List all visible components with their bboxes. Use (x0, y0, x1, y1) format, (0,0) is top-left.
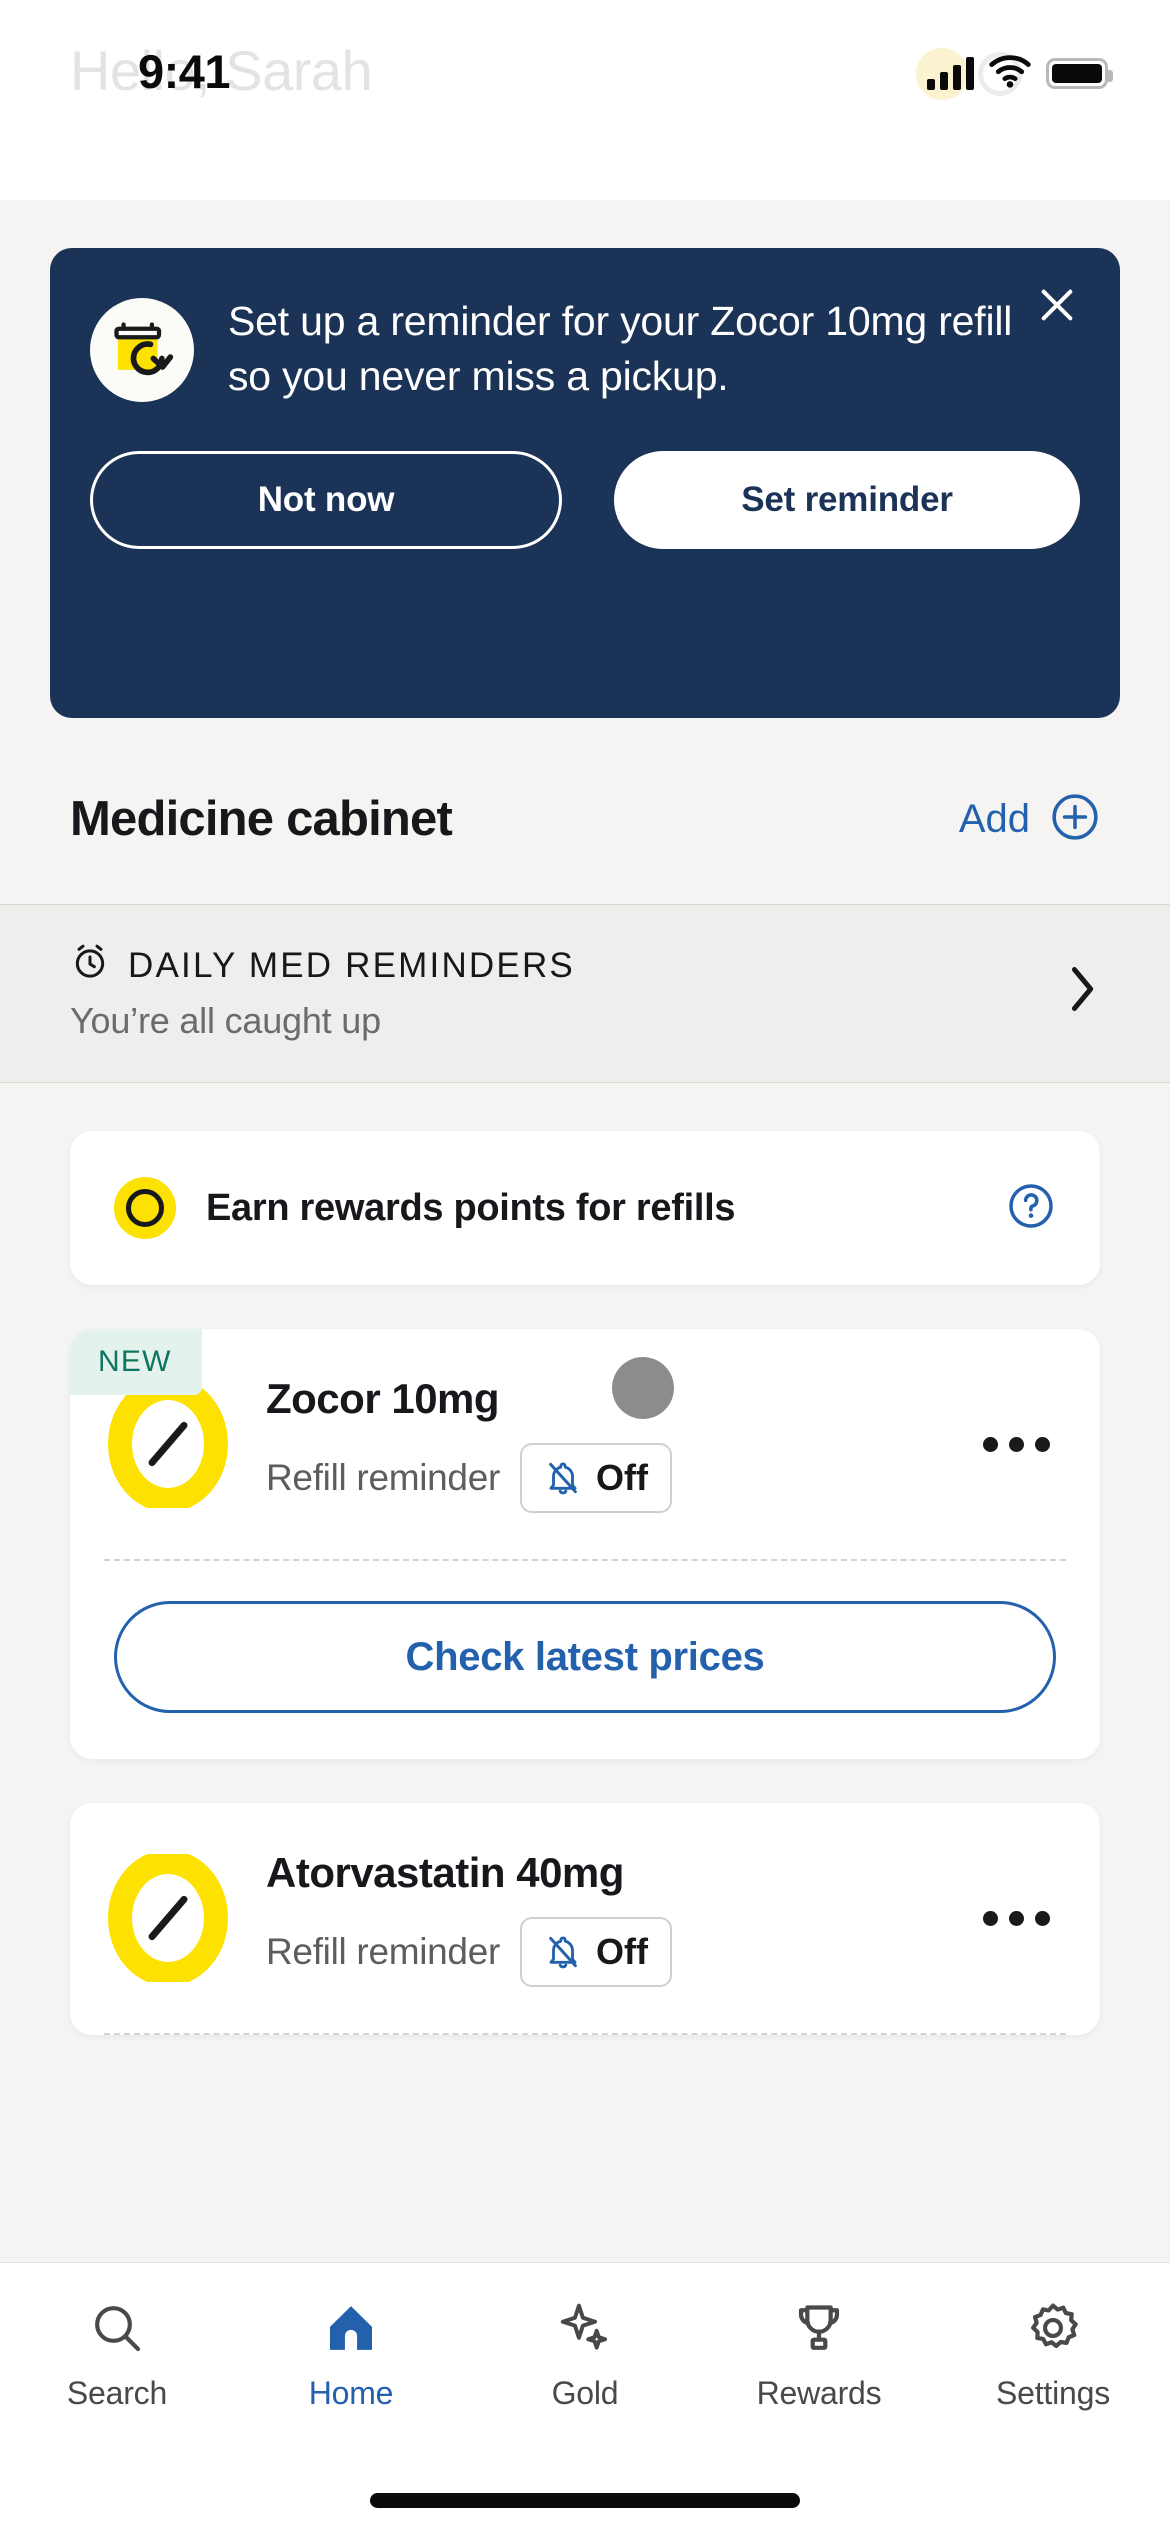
signal-bars-icon (927, 56, 974, 90)
tab-settings[interactable]: Settings (936, 2297, 1170, 2412)
tab-label: Search (66, 2375, 168, 2411)
daily-med-reminders-title: DAILY MED REMINDERS (128, 945, 575, 985)
status-bar-time: 9:41 (138, 45, 231, 98)
medication-card: NEW Zocor 10mg Refill reminder Off Check… (70, 1329, 1100, 1759)
bell-off-icon (544, 1459, 582, 1497)
kebab-menu-icon[interactable] (959, 1413, 1056, 1476)
daily-med-reminders-row[interactable]: DAILY MED REMINDERS You’re all caught up (0, 904, 1170, 1083)
tab-home[interactable]: Home (234, 2297, 468, 2412)
close-icon[interactable] (1030, 278, 1084, 332)
battery-icon (1046, 57, 1113, 89)
question-circle-icon[interactable] (1006, 1181, 1056, 1236)
set-reminder-button[interactable]: Set reminder (614, 451, 1080, 550)
medication-name: Atorvastatin 40mg (266, 1849, 624, 1896)
status-bar-and-greeting: Hello, Sarah 9:41 (0, 0, 1170, 200)
rewards-card-text: Earn rewards points for refills (206, 1186, 736, 1229)
refill-reminder-label: Refill reminder (266, 1457, 501, 1498)
page-title: Medicine cabinet (70, 792, 453, 846)
kebab-menu-icon[interactable] (959, 1887, 1056, 1950)
bell-off-icon (544, 1933, 582, 1971)
chevron-right-icon[interactable] (1064, 963, 1100, 1020)
add-label: Add (958, 796, 1030, 841)
pill-capsule-icon (104, 1850, 232, 1986)
refill-reminder-state: Off (596, 1457, 648, 1498)
bottom-tab-bar: Search Home Gold Rewards Settings (0, 2262, 1170, 2532)
refill-reminder-banner: Set up a reminder for your Zocor 10mg re… (50, 248, 1120, 718)
wifi-icon (988, 54, 1032, 93)
medication-card: Atorvastatin 40mg Refill reminder Off (70, 1803, 1100, 2035)
not-now-button[interactable]: Not now (90, 451, 562, 550)
search-icon (89, 2297, 145, 2359)
alarm-clock-icon (70, 941, 110, 990)
tab-label: Home (308, 2375, 394, 2411)
home-icon (323, 2297, 379, 2359)
add-medication-button[interactable]: Add (959, 792, 1100, 847)
medicine-cabinet-header: Medicine cabinet Add (70, 774, 1100, 864)
trophy-icon (791, 2297, 847, 2359)
tab-rewards[interactable]: Rewards (702, 2297, 936, 2412)
pill-capsule-icon (104, 1376, 232, 1512)
daily-med-reminders-text: DAILY MED REMINDERS You’re all caught up (70, 941, 575, 1042)
home-indicator (370, 2493, 800, 2508)
banner-actions: Not now Set reminder (90, 451, 1080, 550)
banner-message: Set up a reminder for your Zocor 10mg re… (228, 298, 1013, 399)
status-bar-icons (927, 50, 1113, 96)
refill-reminder-toggle[interactable]: Off (520, 1917, 672, 1987)
new-badge: NEW (70, 1329, 202, 1395)
tab-search[interactable]: Search (0, 2297, 234, 2412)
pill-bottle-refresh-icon (90, 298, 194, 402)
refill-reminder-state: Off (596, 1931, 648, 1972)
refill-reminder-toggle[interactable]: Off (520, 1443, 672, 1513)
card-divider (104, 2033, 1066, 2035)
refill-reminder-label: Refill reminder (266, 1931, 501, 1972)
plus-circle-icon (1050, 792, 1100, 847)
avatar (612, 1357, 674, 1419)
tab-label: Rewards (756, 2375, 882, 2411)
tab-gold[interactable]: Gold (468, 2297, 702, 2412)
gear-icon (1025, 2297, 1081, 2359)
daily-med-reminders-subtitle: You’re all caught up (70, 1000, 381, 1041)
coin-icon (114, 1177, 176, 1239)
rewards-points-card[interactable]: Earn rewards points for refills (70, 1131, 1100, 1285)
sparkle-icon (557, 2297, 613, 2359)
tab-label: Gold (551, 2375, 619, 2411)
tab-label: Settings (995, 2375, 1111, 2411)
check-latest-prices-button[interactable]: Check latest prices (114, 1601, 1056, 1713)
